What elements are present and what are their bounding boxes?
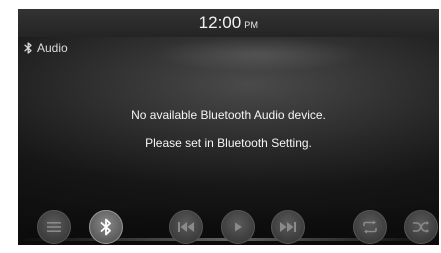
menu-icon [47,222,61,232]
source-label: Audio [37,41,68,55]
repeat-icon [363,220,377,234]
clock: 12:00 PM [18,12,439,36]
bluetooth-icon [100,218,111,236]
play-icon [235,222,242,232]
background-glow [108,37,408,87]
repeat-button[interactable] [353,210,387,244]
play-button[interactable] [221,210,255,244]
setting-hint-message: Please set in Bluetooth Setting. [145,136,312,150]
no-device-message: No available Bluetooth Audio device. [131,108,326,122]
source-indicator: Audio [24,40,68,56]
audio-screen: 12:00 PM Audio No available Bluetooth Aud… [18,9,439,245]
menu-button[interactable] [37,210,71,244]
shuffle-button[interactable] [404,210,438,244]
next-track-icon [280,222,296,232]
previous-track-button[interactable] [169,210,203,244]
clock-time: 12:00 [198,13,242,32]
shuffle-icon [413,221,429,233]
bluetooth-icon [24,42,32,54]
status-bar: 12:00 PM [18,9,439,37]
previous-track-icon [178,222,194,232]
clock-ampm: PM [244,20,259,30]
bluetooth-button[interactable] [89,210,123,244]
next-track-button[interactable] [271,210,305,244]
